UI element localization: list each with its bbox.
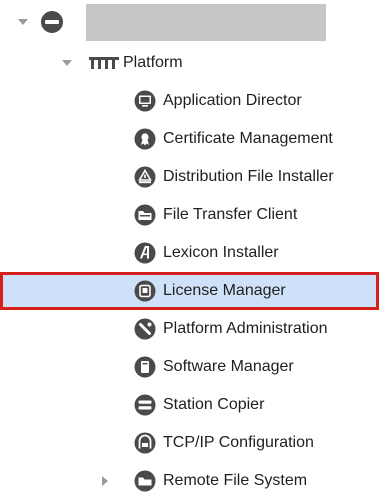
tree-item-label: Certificate Management [163, 130, 333, 147]
platform-label: Platform [123, 54, 183, 71]
tree-item-file-transfer-client[interactable]: File Transfer Client [0, 196, 379, 234]
certificate-icon [134, 128, 156, 150]
tree-item-label: Platform Administration [163, 320, 328, 337]
license-icon [134, 280, 156, 302]
collapse-arrow-icon[interactable] [102, 476, 108, 486]
tree-item-label: Software Manager [163, 358, 294, 375]
tree-item-label: TCP/IP Configuration [163, 434, 314, 451]
tree-item-label: File Transfer Client [163, 206, 298, 223]
software-icon [134, 356, 156, 378]
tree-item-license-manager[interactable]: License Manager [0, 272, 379, 310]
tree-item-label: Remote File System [163, 472, 308, 489]
tree-item-label: License Manager [163, 282, 286, 299]
tree-node-station[interactable] [0, 0, 379, 44]
tree-node-platform[interactable]: Platform [0, 44, 379, 82]
monitor-icon [134, 90, 156, 112]
station-icon [41, 11, 63, 33]
tree-item-label: Application Director [163, 92, 302, 109]
tcpip-icon [134, 432, 156, 454]
tree-item-lexicon-installer[interactable]: Lexicon Installer [0, 234, 379, 272]
tree-item-software-manager[interactable]: Software Manager [0, 348, 379, 386]
remote-fs-icon [134, 470, 156, 492]
tree-item-platform-administration[interactable]: Platform Administration [0, 310, 379, 348]
expand-arrow-icon[interactable] [62, 60, 72, 66]
tree-item-station-copier[interactable]: Station Copier [0, 386, 379, 424]
nav-tree: Platform Application Director Certificat… [0, 0, 379, 495]
tree-item-label: Distribution File Installer [163, 168, 334, 185]
lexicon-icon [134, 242, 156, 264]
station-copier-icon [134, 394, 156, 416]
expand-arrow-icon[interactable] [18, 19, 28, 25]
tree-item-certificate-management[interactable]: Certificate Management [0, 120, 379, 158]
tree-item-remote-file-system[interactable]: Remote File System [0, 462, 379, 495]
file-transfer-icon [134, 204, 156, 226]
distribution-icon [134, 166, 156, 188]
tree-item-tcpip-configuration[interactable]: TCP/IP Configuration [0, 424, 379, 462]
tree-item-label: Station Copier [163, 396, 265, 413]
platform-admin-icon [134, 318, 156, 340]
platform-icon [89, 57, 119, 69]
redacted-station-name [86, 4, 326, 41]
tree-item-label: Lexicon Installer [163, 244, 279, 261]
tree-item-application-director[interactable]: Application Director [0, 82, 379, 120]
tree-item-distribution-file-installer[interactable]: Distribution File Installer [0, 158, 379, 196]
